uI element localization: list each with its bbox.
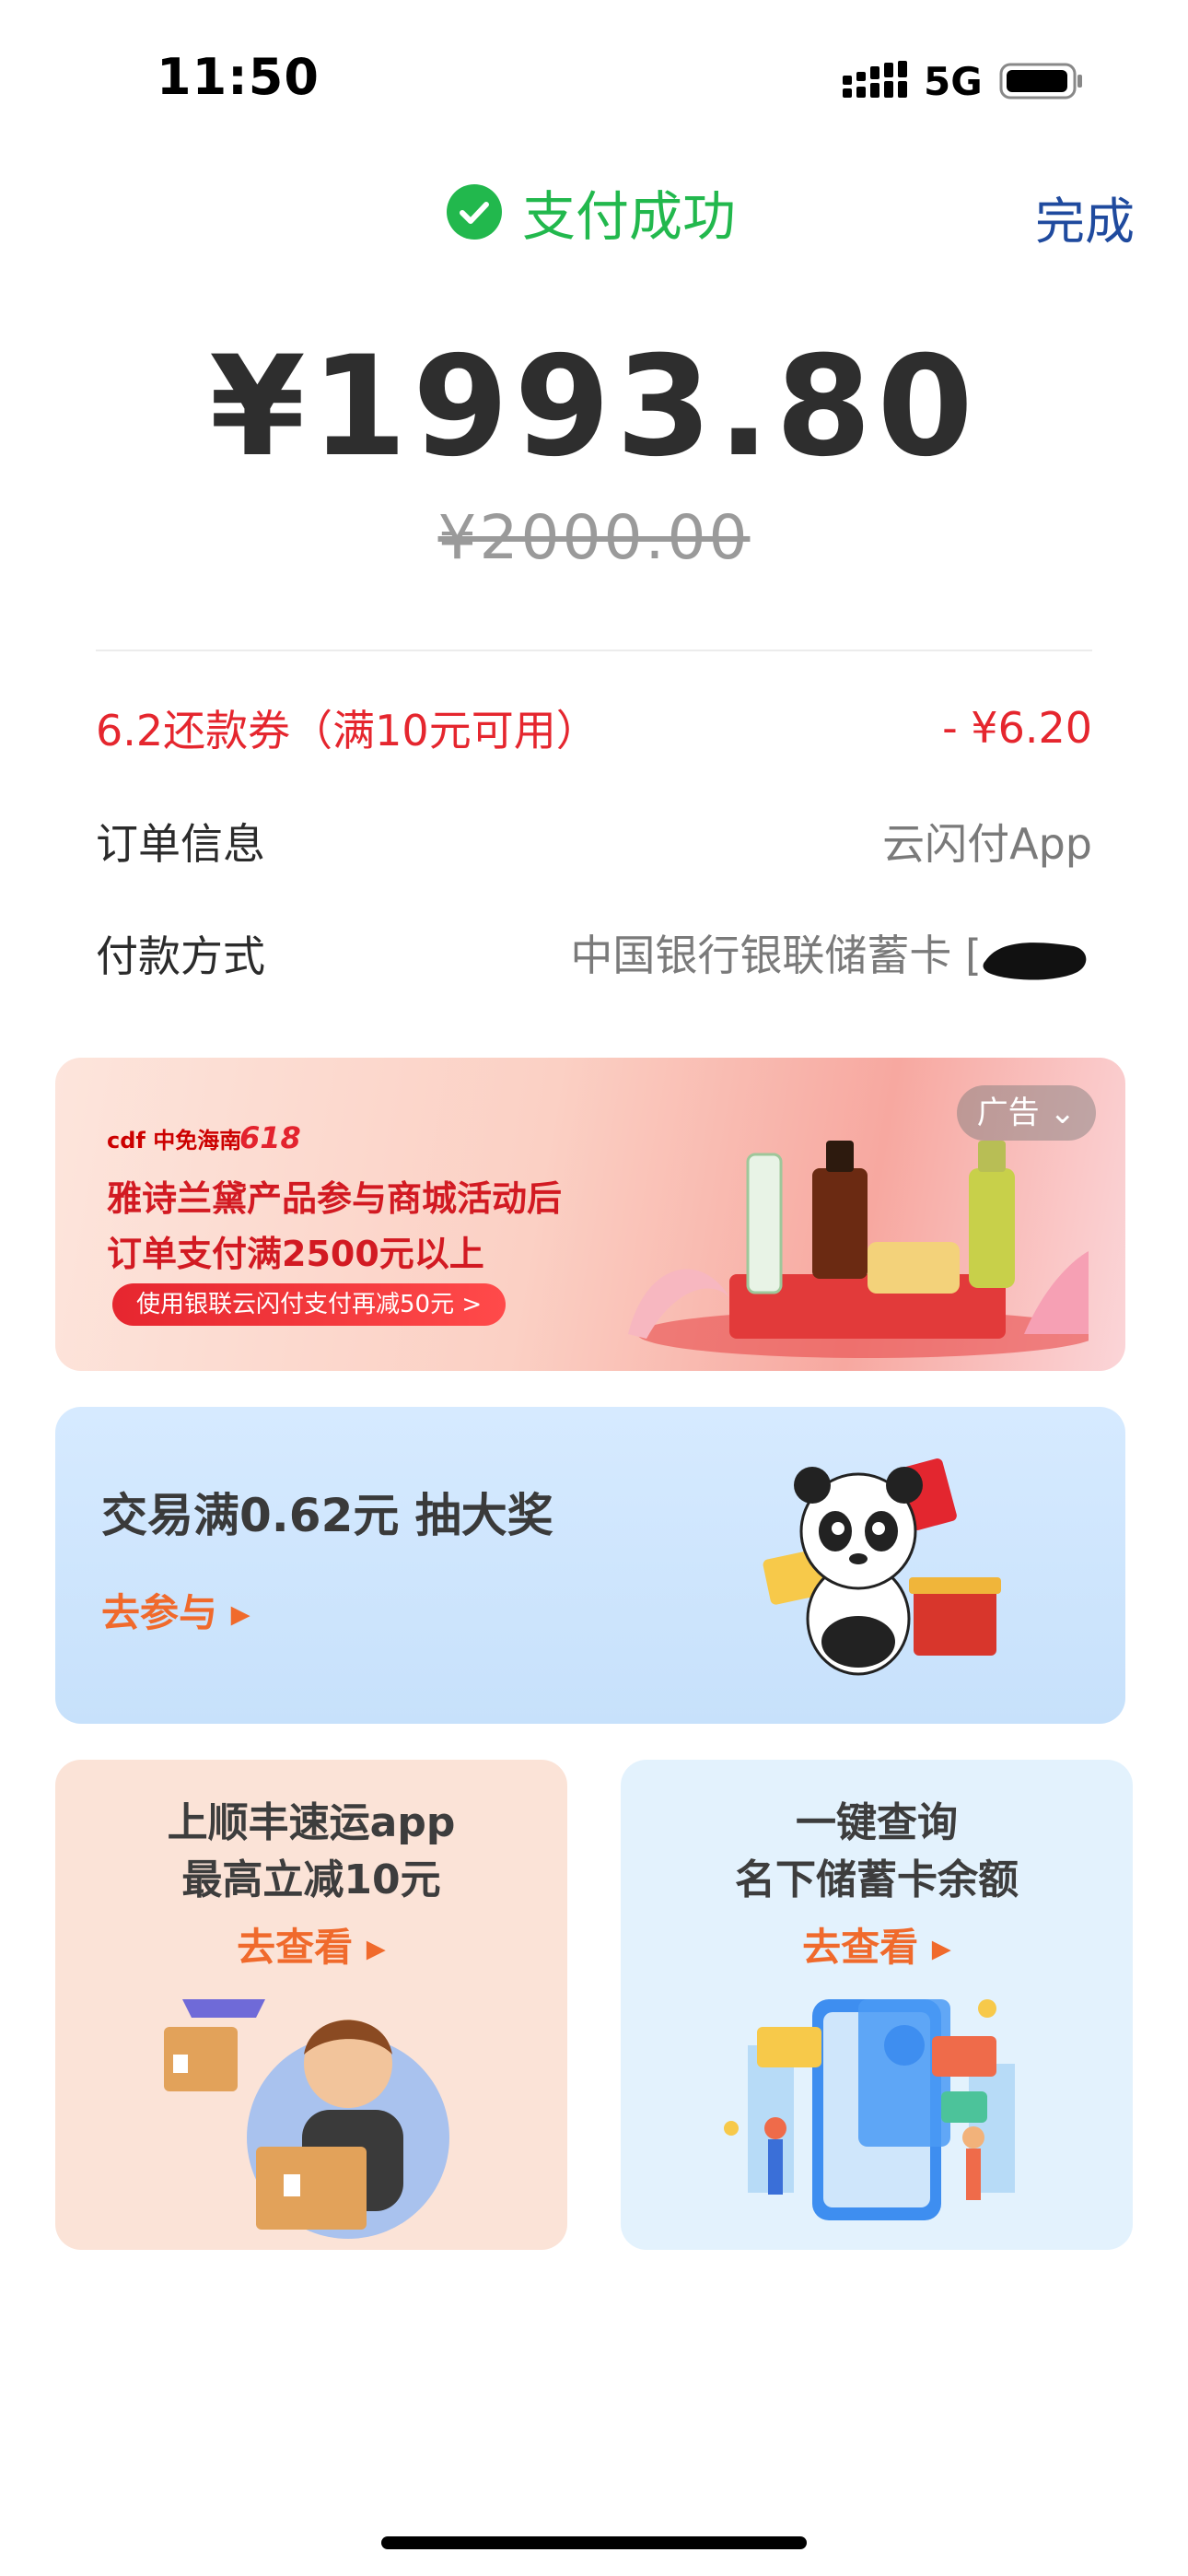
paid-amount: ¥1993.80 bbox=[209, 327, 979, 487]
done-button[interactable]: 完成 bbox=[1035, 181, 1135, 253]
order-info-value: 云闪付App bbox=[882, 819, 1092, 869]
status-time: 11:50 bbox=[157, 48, 320, 106]
order-info-label: 订单信息 bbox=[96, 819, 265, 869]
courier-illustration-icon bbox=[164, 1999, 449, 2239]
payment-method-value-wrap: 中国银行银联储蓄卡 [ bbox=[570, 922, 1092, 985]
cdf-logo: cdf 中免海南 bbox=[107, 1128, 242, 1153]
coupon-label: 6.2还款券（满10元可用） bbox=[96, 706, 599, 755]
phone-wallet-illustration-icon bbox=[724, 1999, 1015, 2220]
ad-offer-pill: 使用银联云闪付支付再减50元 > bbox=[112, 1283, 507, 1326]
ad-subheadline: 订单支付满2500元以上 bbox=[107, 1234, 484, 1274]
payment-method-row: 付款方式 中国银行银联储蓄卡 [ bbox=[96, 921, 1092, 986]
success-title: 支付成功 bbox=[522, 185, 737, 248]
redacted-mask-icon bbox=[983, 942, 1087, 980]
battery-icon bbox=[999, 63, 1082, 100]
order-info-row[interactable]: 订单信息 云闪付App bbox=[96, 809, 1092, 873]
signal-icon bbox=[843, 61, 907, 98]
check-circle-icon bbox=[447, 184, 502, 240]
balance-title-line2: 名下储蓄卡余额 bbox=[735, 1856, 1019, 1903]
event-618-logo: 618 bbox=[239, 1120, 301, 1155]
chevron-down-icon: ⌄ bbox=[1049, 1095, 1077, 1131]
cosmetics-products-image bbox=[628, 1141, 1089, 1358]
original-amount: ¥2000.00 bbox=[437, 502, 751, 573]
sf-promo-view-link[interactable]: 去查看 ▸ bbox=[55, 1916, 567, 1973]
result-header: 支付成功 完成 bbox=[0, 175, 1188, 251]
balance-check-card[interactable]: 一键查询 名下储蓄卡余额 去查看 ▸ bbox=[621, 1760, 1133, 2250]
panda-mascot-icon bbox=[763, 1458, 1001, 1676]
divider bbox=[96, 650, 1092, 651]
sf-promo-title-line1: 上顺丰速运app bbox=[167, 1799, 456, 1846]
payment-method-label: 付款方式 bbox=[96, 931, 265, 981]
lottery-join-link[interactable]: 去参与 ▸ bbox=[101, 1582, 250, 1638]
ad-banner[interactable]: cdf 中免海南 618 雅诗兰黛产品参与商城活动后 订单支付满2500元以上 … bbox=[55, 1058, 1125, 1371]
network-label: 5G bbox=[924, 59, 983, 104]
ad-tag-label: 广告 bbox=[976, 1095, 1040, 1131]
payment-success-page: 11:50 5G 支付成功 完成 ¥1993.80 ¥2000.00 6.2还款… bbox=[0, 0, 1188, 2576]
lottery-title: 交易满0.62元 抽大奖 bbox=[101, 1489, 553, 1542]
payment-method-value: 中国银行银联储蓄卡 [ bbox=[570, 931, 982, 981]
home-indicator[interactable] bbox=[381, 2536, 807, 2549]
coupon-value: - ¥6.20 bbox=[942, 703, 1092, 753]
lottery-card[interactable]: 交易满0.62元 抽大奖 去参与 ▸ bbox=[55, 1407, 1125, 1724]
success-status: 支付成功 bbox=[447, 175, 736, 249]
balance-title-line1: 一键查询 bbox=[796, 1799, 958, 1846]
coupon-row: 6.2还款券（满10元可用） - ¥6.20 bbox=[96, 696, 1092, 760]
sf-promo-title-line2: 最高立减10元 bbox=[181, 1856, 441, 1903]
sf-express-promo-card[interactable]: 上顺丰速运app 最高立减10元 去查看 ▸ bbox=[55, 1760, 567, 2250]
ad-tag-button[interactable]: 广告 ⌄ bbox=[956, 1085, 1096, 1141]
status-bar: 11:50 5G bbox=[0, 0, 1188, 161]
balance-view-link[interactable]: 去查看 ▸ bbox=[621, 1916, 1133, 1973]
ad-headline: 雅诗兰黛产品参与商城活动后 bbox=[107, 1178, 563, 1219]
